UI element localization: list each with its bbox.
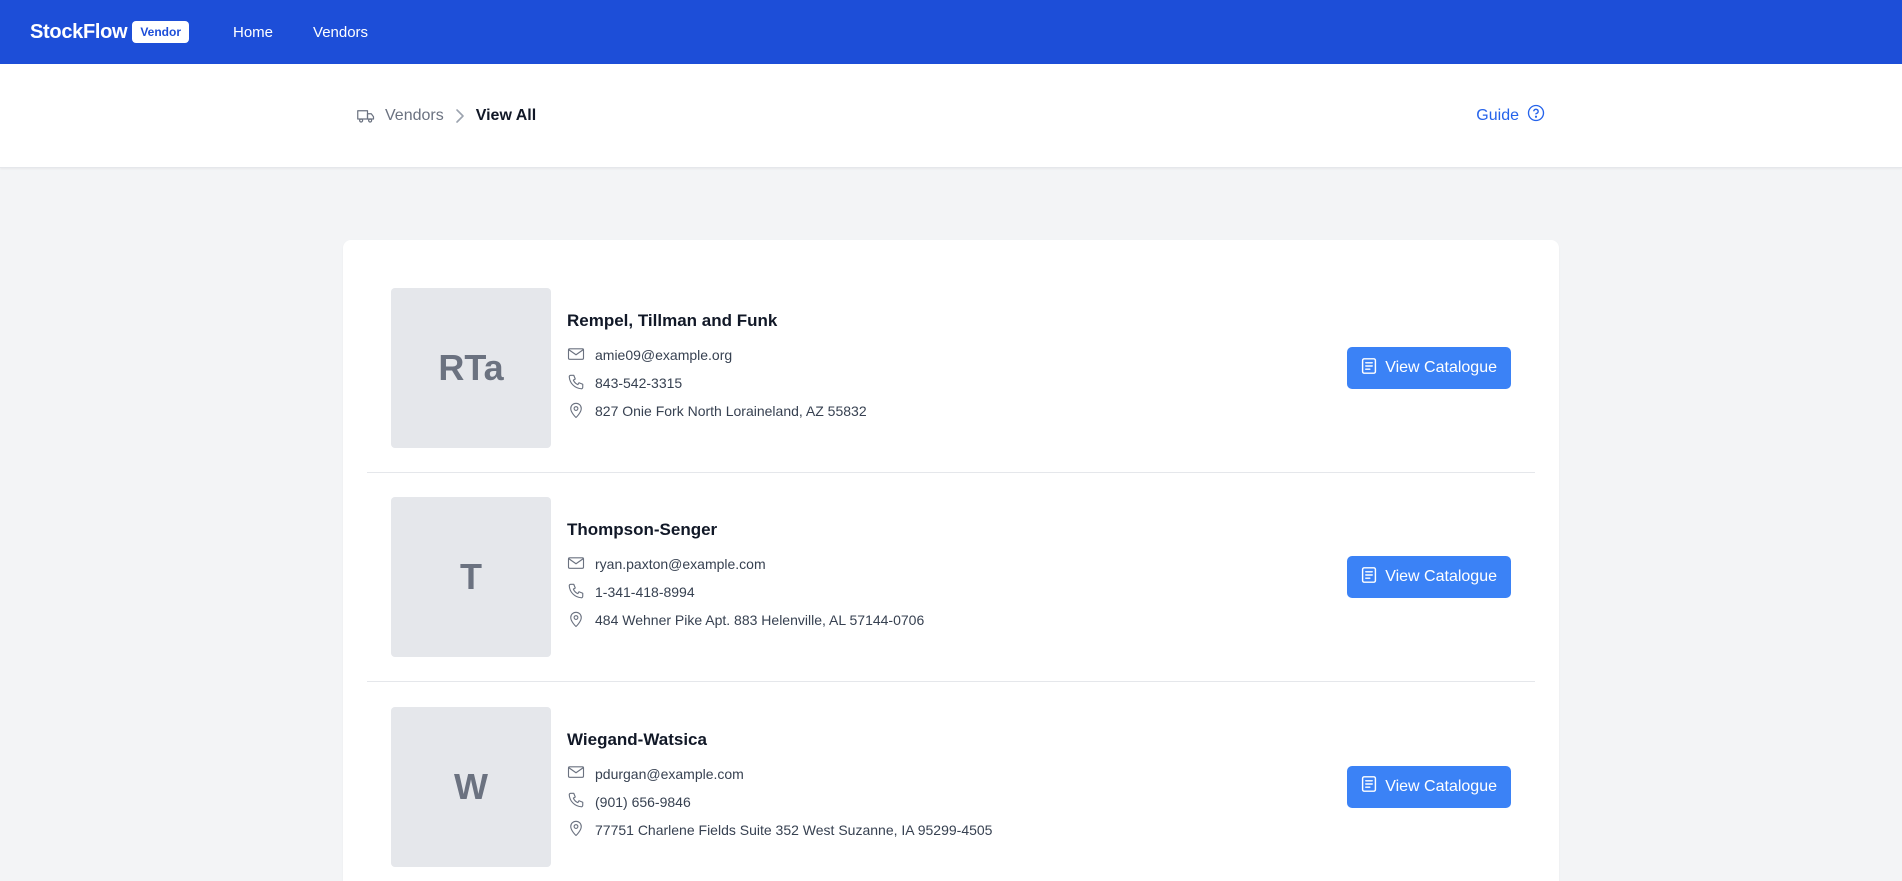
vendor-info: Rempel, Tillman and Funk amie09@example.… bbox=[567, 311, 1347, 425]
view-catalogue-label: View Catalogue bbox=[1385, 359, 1497, 376]
vendor-phone: 843-542-3315 bbox=[567, 369, 1347, 397]
vendor-phone-text: (901) 656-9846 bbox=[595, 793, 691, 810]
guide-label: Guide bbox=[1476, 106, 1519, 124]
brand[interactable]: StockFlow Vendor bbox=[30, 21, 189, 44]
breadcrumb-vendors[interactable]: Vendors bbox=[385, 107, 444, 125]
phone-icon bbox=[567, 791, 585, 812]
vendor-info: Wiegand-Watsica pdurgan@example.com (901… bbox=[567, 730, 1347, 844]
breadcrumb: Vendors View All bbox=[357, 107, 536, 125]
vendor-address: 77751 Charlene Fields Suite 352 West Suz… bbox=[567, 816, 1347, 844]
guide-link[interactable]: Guide bbox=[1476, 104, 1545, 127]
vendor-row: RTa Rempel, Tillman and Funk amie09@exam… bbox=[367, 264, 1535, 473]
breadcrumb-current: View All bbox=[475, 106, 537, 124]
brand-name: StockFlow bbox=[30, 20, 128, 43]
top-navbar: StockFlow Vendor Home Vendors bbox=[0, 0, 1902, 64]
vendor-email: amie09@example.org bbox=[567, 341, 1347, 369]
view-catalogue-button[interactable]: View Catalogue bbox=[1347, 347, 1511, 389]
catalogue-icon bbox=[1361, 775, 1377, 798]
page-header: Vendors View All Guide bbox=[0, 64, 1902, 168]
vendor-email: ryan.paxton@example.com bbox=[567, 550, 1347, 578]
map-pin-icon bbox=[567, 401, 585, 422]
catalogue-icon bbox=[1361, 357, 1377, 380]
phone-icon bbox=[567, 373, 585, 394]
vendor-phone-text: 1-341-418-8994 bbox=[595, 584, 695, 600]
vendor-name: Rempel, Tillman and Funk bbox=[567, 311, 778, 330]
vendor-address-text: 77751 Charlene Fields Suite 352 West Suz… bbox=[595, 821, 993, 838]
map-pin-icon bbox=[567, 819, 585, 840]
main-nav: Home Vendors bbox=[233, 24, 368, 41]
vendor-phone-text: 843-542-3315 bbox=[595, 375, 683, 391]
view-catalogue-label: View Catalogue bbox=[1385, 777, 1497, 795]
vendor-row: W Wiegand-Watsica pdurgan@example.com (9… bbox=[367, 682, 1535, 881]
map-pin-icon bbox=[567, 610, 585, 631]
main-content: RTa Rempel, Tillman and Funk amie09@exam… bbox=[343, 240, 1559, 881]
brand-badge: Vendor bbox=[132, 21, 189, 43]
view-catalogue-button[interactable]: View Catalogue bbox=[1347, 765, 1511, 808]
vendor-address: 484 Wehner Pike Apt. 883 Helenville, AL … bbox=[567, 606, 1347, 634]
mail-icon bbox=[567, 555, 585, 574]
mail-icon bbox=[567, 764, 585, 783]
phone-icon bbox=[567, 582, 585, 603]
vendor-address-text: 827 Onie Fork North Loraineland, AZ 5583… bbox=[595, 403, 867, 419]
vendor-name: Thompson-Senger bbox=[567, 520, 718, 539]
vendor-phone: (901) 656-9846 bbox=[567, 788, 1347, 816]
truck-icon bbox=[357, 108, 375, 124]
vendor-avatar: RTa bbox=[391, 288, 551, 448]
vendor-address-text: 484 Wehner Pike Apt. 883 Helenville, AL … bbox=[595, 612, 925, 628]
vendor-email-text: pdurgan@example.com bbox=[595, 765, 744, 782]
catalogue-icon bbox=[1361, 566, 1377, 589]
vendor-address: 827 Onie Fork North Loraineland, AZ 5583… bbox=[567, 397, 1347, 425]
vendor-avatar: W bbox=[391, 706, 551, 867]
vendor-name: Wiegand-Watsica bbox=[567, 729, 707, 749]
vendor-email-text: ryan.paxton@example.com bbox=[595, 556, 766, 572]
vendor-phone: 1-341-418-8994 bbox=[567, 578, 1347, 606]
vendor-row: T Thompson-Senger ryan.paxton@example.co… bbox=[367, 473, 1535, 682]
vendor-email-text: amie09@example.org bbox=[595, 347, 733, 363]
vendor-info: Thompson-Senger ryan.paxton@example.com … bbox=[567, 520, 1347, 634]
question-circle-icon bbox=[1527, 104, 1545, 127]
vendor-avatar: T bbox=[391, 497, 551, 657]
vendor-email: pdurgan@example.com bbox=[567, 760, 1347, 788]
view-catalogue-button[interactable]: View Catalogue bbox=[1347, 556, 1511, 598]
nav-vendors-link[interactable]: Vendors bbox=[313, 24, 368, 41]
view-catalogue-label: View Catalogue bbox=[1385, 568, 1497, 585]
chevron-right-icon bbox=[454, 108, 466, 124]
mail-icon bbox=[567, 346, 585, 365]
nav-home-link[interactable]: Home bbox=[233, 24, 273, 41]
vendor-list: RTa Rempel, Tillman and Funk amie09@exam… bbox=[343, 240, 1559, 881]
